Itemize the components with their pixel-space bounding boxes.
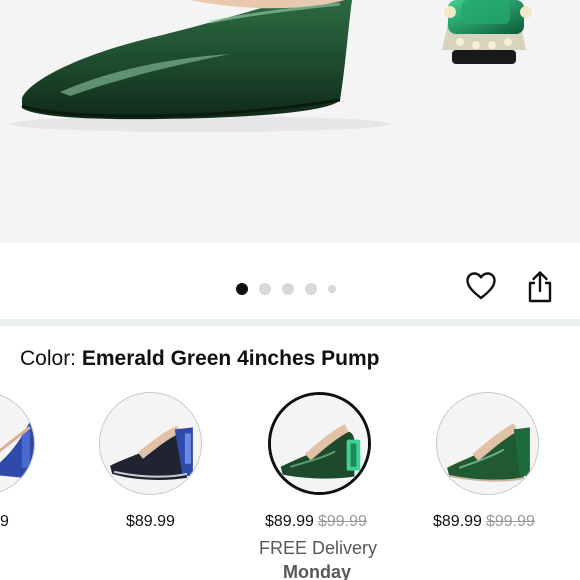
color-selection-label: Color: Emerald Green 4inches Pump	[20, 346, 379, 372]
swatch-price: 9	[0, 513, 9, 530]
carousel-dot-2[interactable]	[259, 283, 271, 295]
swatch-price: $89.99	[265, 513, 314, 530]
shoe-illustration	[10, 0, 532, 132]
carousel-dots[interactable]	[236, 283, 336, 295]
section-divider	[0, 319, 580, 326]
swatch-price-group: $89.99 $99.99	[433, 512, 535, 532]
color-swatch-blue[interactable]	[0, 392, 35, 495]
shoe-thumbnail	[437, 393, 538, 494]
swatch-price: $89.99	[433, 513, 482, 530]
carousel-dot-5[interactable]	[328, 285, 336, 293]
swatch-price: $89.99	[126, 513, 175, 530]
share-icon	[528, 271, 552, 303]
delivery-text: FREE Delivery	[259, 538, 378, 558]
swatch-price-group: $89.99 $99.99	[265, 512, 367, 532]
product-page: Color: Emerald Green 4inches Pump 9 $89.…	[0, 0, 580, 580]
color-swatch-emerald-green[interactable]	[268, 392, 371, 495]
carousel-dot-3[interactable]	[282, 283, 294, 295]
product-image[interactable]	[0, 0, 580, 243]
carousel-dot-1[interactable]	[236, 283, 248, 295]
shoe-thumbnail	[100, 393, 201, 494]
swatch-list-price: $99.99	[317, 513, 367, 530]
color-label-prefix: Color:	[20, 347, 82, 370]
color-swatch-black-blue[interactable]	[99, 392, 202, 495]
color-swatch-green[interactable]	[436, 392, 539, 495]
selected-color-value: Emerald Green 4inches Pump	[81, 347, 380, 370]
carousel-controls	[0, 243, 580, 321]
shoe-thumbnail	[0, 393, 34, 494]
carousel-dot-4[interactable]	[305, 283, 317, 295]
swatch-list-price: $99.99	[485, 513, 535, 530]
wishlist-button[interactable]	[464, 270, 498, 302]
share-button[interactable]	[524, 269, 556, 305]
shoe-thumbnail	[271, 395, 368, 492]
heart-icon	[466, 272, 496, 300]
delivery-day: Monday	[283, 562, 352, 580]
